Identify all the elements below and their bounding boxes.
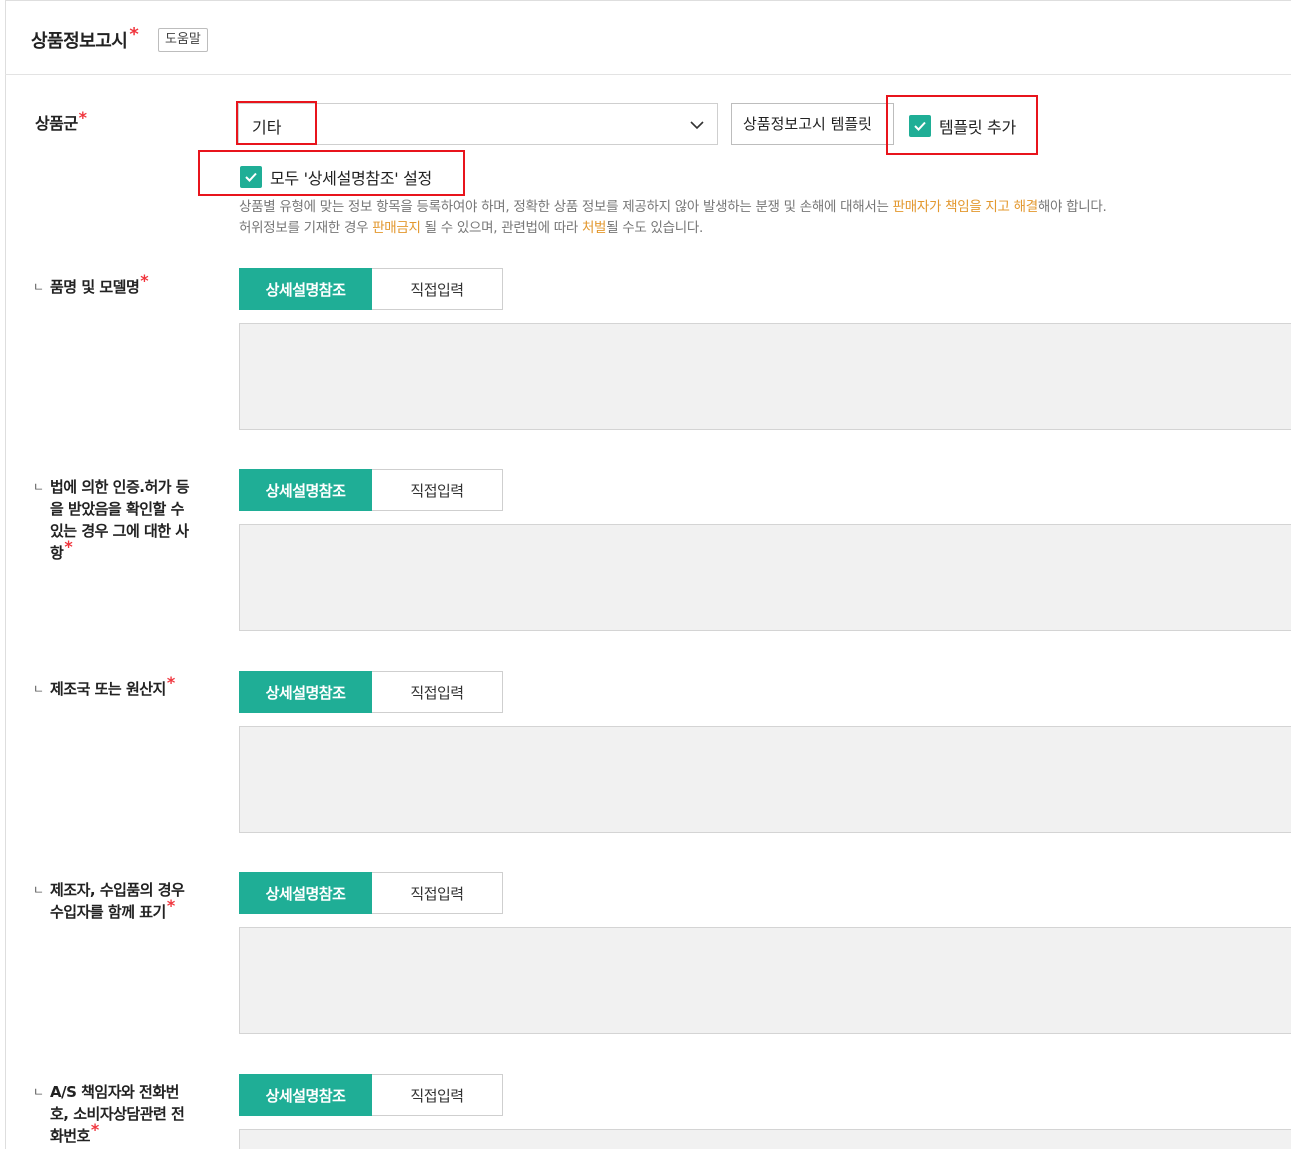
detail-ref-option[interactable]: 상세설명참조 — [239, 671, 372, 713]
annotation-box-template — [886, 95, 1038, 155]
required-mark: * — [140, 271, 149, 290]
indent-mark-icon: ㄴ — [33, 883, 44, 897]
notice-highlight: 처벌 — [581, 220, 607, 236]
required-mark: * — [129, 24, 139, 45]
notice-highlight: 판매자가 책임을 지고 해결 — [892, 199, 1039, 215]
input-mode-toggle: 상세설명참조 직접입력 — [239, 1074, 503, 1116]
field-label: ㄴ 품명 및 모델명* — [33, 271, 149, 296]
direct-input-option[interactable]: 직접입력 — [372, 469, 503, 511]
required-mark: * — [90, 1120, 99, 1139]
product-group-label: 상품군* — [35, 108, 87, 133]
detail-ref-option[interactable]: 상세설명참조 — [239, 1074, 372, 1116]
detail-ref-option[interactable]: 상세설명참조 — [239, 268, 372, 310]
field-textarea[interactable] — [239, 524, 1291, 631]
direct-input-option[interactable]: 직접입력 — [372, 268, 503, 310]
direct-input-option[interactable]: 직접입력 — [372, 671, 503, 713]
field-label: ㄴ 법에 의한 인증.허가 등을 받았음을 확인할 수 있는 경우 그에 대한 … — [33, 478, 190, 562]
template-button[interactable]: 상품정보고시 템플릿 — [731, 103, 894, 145]
annotation-box-all-ref — [198, 150, 465, 196]
required-mark: * — [166, 673, 175, 692]
section-title: 상품정보고시 * — [31, 24, 139, 52]
indent-mark-icon: ㄴ — [33, 480, 44, 494]
notice-text: 상품별 유형에 맞는 정보 항목을 등록하여야 하며, 정확한 상품 정보를 제… — [239, 199, 1107, 236]
indent-mark-icon: ㄴ — [33, 682, 44, 696]
field-label: ㄴ 제조자, 수입품의 경우 수입자를 함께 표기* — [33, 881, 185, 921]
input-mode-toggle: 상세설명참조 직접입력 — [239, 268, 503, 310]
input-mode-toggle: 상세설명참조 직접입력 — [239, 872, 503, 914]
input-mode-toggle: 상세설명참조 직접입력 — [239, 469, 503, 511]
field-label: ㄴ 제조국 또는 원산지* — [33, 673, 175, 698]
field-textarea[interactable] — [239, 1129, 1291, 1149]
notice-highlight: 판매금지 — [372, 220, 421, 236]
required-mark: * — [78, 108, 87, 127]
indent-mark-icon: ㄴ — [33, 1085, 44, 1099]
chevron-down-icon — [690, 121, 704, 130]
indent-mark-icon: ㄴ — [33, 280, 44, 294]
required-mark: * — [166, 896, 175, 915]
field-textarea[interactable] — [239, 323, 1291, 430]
annotation-box-select — [236, 101, 317, 145]
detail-ref-option[interactable]: 상세설명참조 — [239, 469, 372, 511]
help-button[interactable]: 도움말 — [158, 28, 208, 52]
field-label: ㄴ A/S 책임자와 전화번호, 소비자상담관련 전화번호* — [33, 1083, 185, 1145]
input-mode-toggle: 상세설명참조 직접입력 — [239, 671, 503, 713]
required-mark: * — [64, 537, 73, 556]
field-textarea[interactable] — [239, 927, 1291, 1034]
detail-ref-option[interactable]: 상세설명참조 — [239, 872, 372, 914]
direct-input-option[interactable]: 직접입력 — [372, 872, 503, 914]
field-textarea[interactable] — [239, 726, 1291, 833]
direct-input-option[interactable]: 직접입력 — [372, 1074, 503, 1116]
